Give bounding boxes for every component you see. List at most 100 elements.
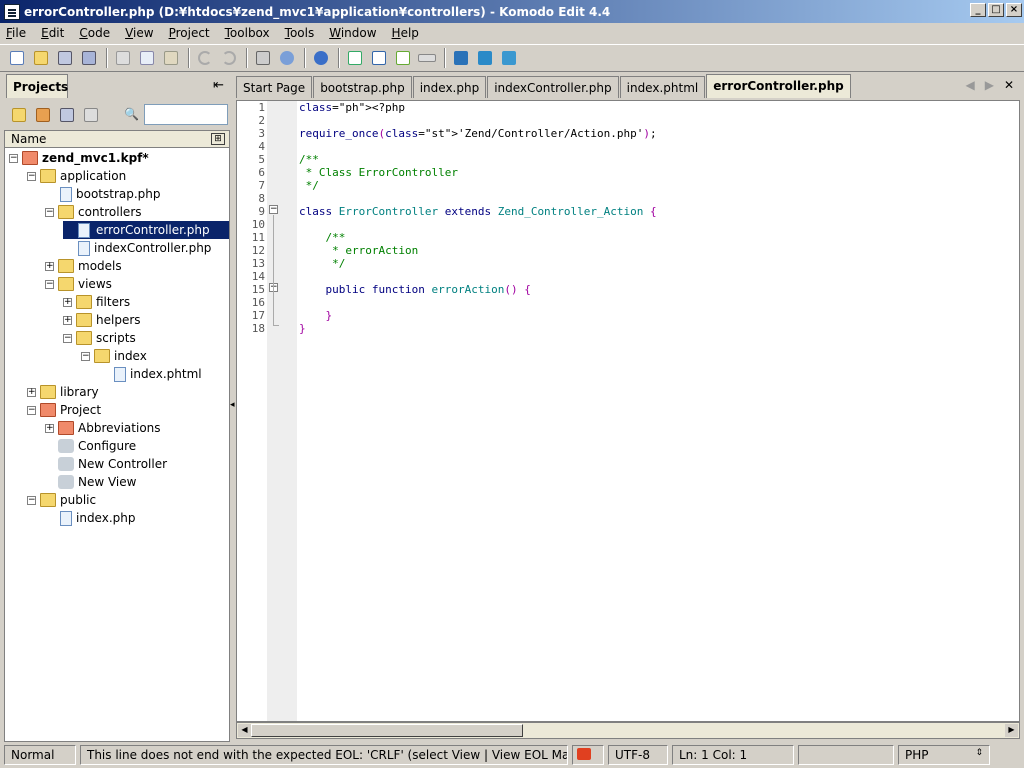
tree-tool-item[interactable]: New View — [45, 473, 136, 491]
tree-file-item[interactable]: indexController.php — [63, 239, 211, 257]
tree-folder-item[interactable]: − application — [27, 167, 126, 185]
expand-icon[interactable]: + — [45, 261, 54, 271]
tree-folder-item[interactable]: − controllers — [45, 203, 142, 221]
code-line[interactable] — [299, 140, 657, 153]
collapse-icon[interactable]: − — [27, 405, 36, 415]
horizontal-scrollbar[interactable]: ◀ ▶ — [236, 722, 1020, 739]
new-file-icon[interactable] — [6, 47, 28, 69]
help-icon[interactable] — [276, 47, 298, 69]
expand-icon[interactable]: + — [45, 423, 54, 433]
project-filter-input[interactable] — [144, 104, 228, 125]
menu-code[interactable]: Code — [79, 26, 110, 40]
scroll-right-icon[interactable]: ▶ — [1005, 724, 1018, 737]
save-icon[interactable] — [54, 47, 76, 69]
tab-index-php[interactable]: index.php — [412, 76, 487, 98]
run-command-icon[interactable] — [416, 47, 438, 69]
view-in-browser-icon[interactable] — [474, 47, 496, 69]
debug-icon[interactable] — [498, 47, 520, 69]
tab-scroll-right-icon[interactable]: ▶ — [985, 78, 994, 92]
undo-icon[interactable] — [194, 47, 216, 69]
code-line[interactable]: class ErrorController extends Zend_Contr… — [299, 205, 657, 218]
tree-folder-item[interactable]: − index — [81, 347, 147, 365]
redo-icon[interactable] — [218, 47, 240, 69]
tree-file-item[interactable]: index.php — [45, 509, 135, 527]
open-icon[interactable] — [30, 47, 52, 69]
tab-start-page[interactable]: Start Page — [236, 76, 313, 98]
expand-icon[interactable]: + — [63, 315, 72, 325]
code-line[interactable]: /** — [299, 231, 657, 244]
code-line[interactable]: } — [299, 309, 657, 322]
code-editor[interactable]: 123456789101112131415161718 − − class="p… — [236, 100, 1020, 722]
expand-icon[interactable]: + — [63, 297, 72, 307]
tab-errorcontroller-php[interactable]: errorController.php — [706, 74, 851, 98]
maximize-button[interactable]: □ — [988, 3, 1004, 17]
tab-scroll-left-icon[interactable]: ◀ — [965, 78, 974, 92]
tree-folder-item[interactable]: + library — [27, 383, 99, 401]
code-line[interactable]: */ — [299, 257, 657, 270]
code-line[interactable]: } — [299, 322, 657, 335]
status-encoding[interactable]: UTF-8 — [608, 745, 668, 765]
code-line[interactable]: class="ph"><?php — [299, 101, 657, 114]
collapse-icon[interactable]: − — [9, 153, 18, 163]
code-line[interactable] — [299, 270, 657, 283]
tree-file-item[interactable]: index.phtml — [99, 365, 202, 383]
menu-edit[interactable]: Edit — [41, 26, 64, 40]
tree-folder-item[interactable]: + helpers — [63, 311, 141, 329]
tab-indexcontroller-php[interactable]: indexController.php — [487, 76, 619, 98]
tree-folder-item[interactable]: − views — [45, 275, 112, 293]
copy-icon[interactable] — [136, 47, 158, 69]
code-line[interactable] — [299, 192, 657, 205]
tree-folder-item[interactable]: − zend_mvc1.kpf* — [9, 149, 149, 167]
code-line[interactable]: /** — [299, 153, 657, 166]
toggle-output-icon[interactable] — [392, 47, 414, 69]
cut-icon[interactable] — [112, 47, 134, 69]
collapse-icon[interactable]: − — [45, 207, 54, 217]
tab-index-phtml[interactable]: index.phtml — [619, 76, 706, 98]
close-tab-icon[interactable]: ✕ — [1004, 78, 1014, 92]
minimize-button[interactable]: _ — [970, 3, 986, 17]
code-line[interactable] — [299, 296, 657, 309]
toggle-toolbox-icon[interactable] — [344, 47, 366, 69]
menu-window[interactable]: Window — [329, 26, 376, 40]
browser-icon[interactable] — [310, 47, 332, 69]
tree-file-item[interactable]: errorController.php — [63, 221, 229, 239]
tree-folder-item[interactable]: − Project — [27, 401, 101, 419]
collapse-icon[interactable]: − — [45, 279, 54, 289]
save-project-icon[interactable] — [56, 104, 78, 126]
check-status-icon[interactable] — [572, 745, 604, 765]
fold-toggle-icon[interactable]: − — [269, 205, 278, 214]
code-line[interactable]: */ — [299, 179, 657, 192]
tree-tool-item[interactable]: Configure — [45, 437, 136, 455]
menu-toolbox[interactable]: Toolbox — [225, 26, 270, 40]
tree-folder-item[interactable]: + filters — [63, 293, 130, 311]
toggle-projects-icon[interactable] — [368, 47, 390, 69]
close-button[interactable]: × — [1006, 3, 1022, 17]
tree-folder-item[interactable]: + Abbreviations — [45, 419, 161, 437]
collapse-pane-icon[interactable]: ⇤ — [213, 78, 224, 93]
code-line[interactable]: require_once(class="st">'Zend/Controller… — [299, 127, 657, 140]
tree-folder-item[interactable]: + models — [45, 257, 122, 275]
menu-help[interactable]: Help — [392, 26, 419, 40]
collapse-icon[interactable]: − — [81, 351, 90, 361]
tab-projects[interactable]: Projects — [6, 74, 68, 98]
new-project-icon[interactable] — [8, 104, 30, 126]
splitter-grip[interactable]: ◂ — [230, 400, 235, 410]
code-line[interactable]: * Class ErrorController — [299, 166, 657, 179]
tab-bootstrap-php[interactable]: bootstrap.php — [313, 76, 412, 98]
menu-tools[interactable]: Tools — [285, 26, 315, 40]
tree-tool-item[interactable]: New Controller — [45, 455, 167, 473]
print-icon[interactable] — [252, 47, 274, 69]
expand-icon[interactable]: + — [27, 387, 36, 397]
code-line[interactable] — [299, 114, 657, 127]
collapse-icon[interactable]: − — [27, 171, 36, 181]
collapse-icon[interactable]: − — [27, 495, 36, 505]
tree-file-item[interactable]: bootstrap.php — [45, 185, 161, 203]
open-project-icon[interactable] — [32, 104, 54, 126]
tree-folder-item[interactable]: − public — [27, 491, 96, 509]
name-column-header[interactable]: Name ⊞ — [4, 130, 230, 148]
code-line[interactable]: * errorAction — [299, 244, 657, 257]
scroll-left-icon[interactable]: ◀ — [238, 724, 251, 737]
komodo-site-icon[interactable] — [450, 47, 472, 69]
code-line[interactable] — [299, 218, 657, 231]
paste-icon[interactable] — [160, 47, 182, 69]
